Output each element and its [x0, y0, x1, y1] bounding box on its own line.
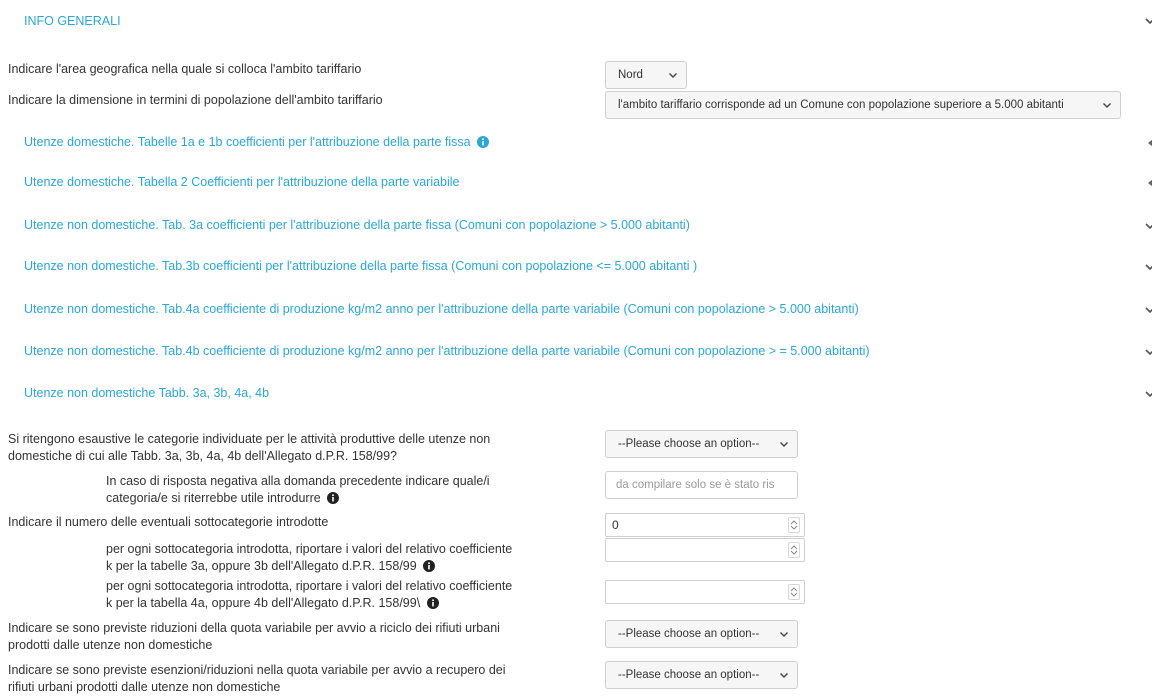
q3-number-input[interactable]: 0	[605, 513, 805, 537]
area-select-value: Nord	[618, 69, 643, 81]
dimension-select-value: l'ambito tariffario corrisponde ad un Co…	[618, 99, 1064, 111]
q6-label: Indicare se sono previste riduzioni dell…	[8, 621, 500, 652]
chevron-down-icon	[780, 442, 788, 447]
chevron-down-icon[interactable]	[1145, 221, 1152, 231]
chevron-left-icon[interactable]	[1145, 138, 1152, 148]
q1-label: Si ritengono esaustive le categorie indi…	[8, 432, 491, 463]
q2-input[interactable]: da compilare solo se è stato ris	[605, 471, 798, 499]
dimension-select[interactable]: l'ambito tariffario corrisponde ad un Co…	[605, 91, 1121, 119]
q2-label: In caso di risposta negativa alla domand…	[106, 474, 490, 505]
q4-number-input[interactable]	[605, 538, 805, 562]
section-tab-1a-1b[interactable]: Utenze domestiche. Tabelle 1a e 1b coeff…	[24, 135, 490, 149]
q6-select[interactable]: --Please choose an option--	[605, 620, 798, 648]
section-tab-2[interactable]: Utenze domestiche. Tabella 2 Coefficient…	[24, 175, 460, 189]
q1-select[interactable]: --Please choose an option--	[605, 430, 798, 458]
q4-label: per ogni sottocategoria introdotta, ripo…	[106, 542, 513, 573]
section-label: Utenze domestiche. Tabelle 1a e 1b coeff…	[24, 135, 471, 149]
info-icon[interactable]	[477, 136, 490, 148]
chevron-down-icon	[1103, 103, 1111, 108]
chevron-down-icon[interactable]	[1145, 305, 1152, 315]
q7-select-value: --Please choose an option--	[618, 669, 760, 681]
chevron-down-icon[interactable]	[1145, 347, 1152, 357]
q5-label: per ogni sottocategoria introdotta, ripo…	[106, 579, 513, 610]
section-tab-3b[interactable]: Utenze non domestiche. Tab.3b coefficien…	[24, 259, 697, 273]
q3-label: Indicare il numero delle eventuali sotto…	[8, 515, 329, 529]
q1-select-value: --Please choose an option--	[618, 438, 760, 450]
section-title-info-generali[interactable]: INFO GENERALI	[24, 14, 121, 28]
area-label: Indicare l'area geografica nella quale s…	[8, 62, 362, 76]
q5-number-input[interactable]	[605, 580, 805, 604]
chevron-down-icon	[780, 673, 788, 678]
section-tab-3a[interactable]: Utenze non domestiche. Tab. 3a coefficie…	[24, 218, 690, 232]
section-tabb-3a-3b-4a-4b[interactable]: Utenze non domestiche Tabb. 3a, 3b, 4a, …	[24, 386, 269, 400]
info-icon[interactable]	[426, 597, 439, 609]
spinner-icon[interactable]	[788, 517, 800, 533]
spinner-icon[interactable]	[788, 584, 800, 600]
chevron-down-icon	[669, 73, 677, 78]
q7-label: Indicare se sono previste esenzioni/ridu…	[8, 663, 506, 694]
q3-value: 0	[612, 518, 619, 532]
chevron-left-icon[interactable]	[1145, 178, 1152, 188]
chevron-down-icon[interactable]	[1145, 262, 1152, 272]
area-select[interactable]: Nord	[605, 61, 687, 89]
q7-select[interactable]: --Please choose an option--	[605, 661, 798, 689]
section-tab-4b[interactable]: Utenze non domestiche. Tab.4b coefficien…	[24, 344, 870, 358]
chevron-down-icon[interactable]	[1145, 16, 1152, 26]
info-icon[interactable]	[423, 560, 436, 572]
dimension-label: Indicare la dimensione in termini di pop…	[8, 93, 383, 107]
chevron-down-icon[interactable]	[1145, 389, 1152, 399]
chevron-down-icon	[780, 632, 788, 637]
spinner-icon[interactable]	[788, 542, 800, 558]
q6-select-value: --Please choose an option--	[618, 628, 760, 640]
section-tab-4a[interactable]: Utenze non domestiche. Tab.4a coefficien…	[24, 302, 859, 316]
info-icon[interactable]	[327, 492, 340, 504]
